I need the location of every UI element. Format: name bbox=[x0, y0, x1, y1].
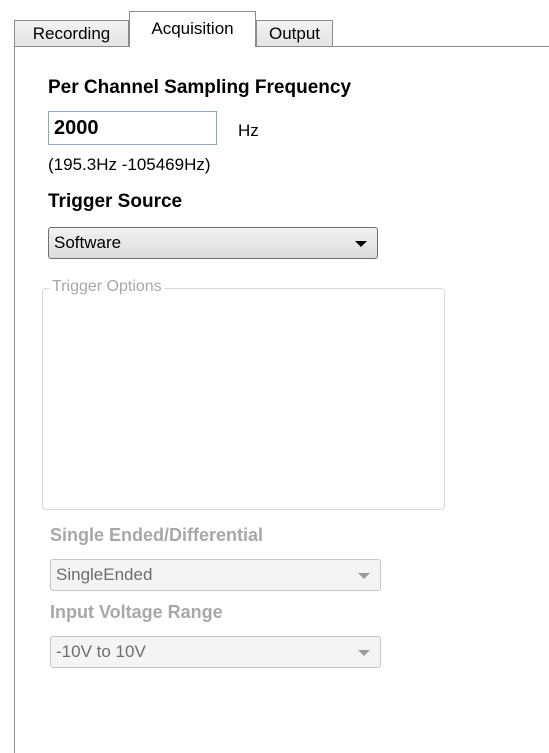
acquisition-settings-window: Recording Acquisition Output Per Channel… bbox=[0, 0, 549, 753]
sampling-frequency-unit: Hz bbox=[238, 121, 259, 140]
trigger-source-heading: Trigger Source bbox=[48, 191, 183, 212]
trigger-source-selected: Software bbox=[54, 233, 122, 252]
input-voltage-range-heading: Input Voltage Range bbox=[50, 602, 223, 622]
trigger-options-label: Trigger Options bbox=[50, 278, 164, 296]
tab-recording[interactable]: Recording bbox=[14, 20, 129, 46]
single-ended-differential-dropdown[interactable]: SingleEnded bbox=[50, 559, 381, 591]
sampling-frequency-input[interactable] bbox=[48, 111, 217, 145]
acquisition-tab-panel: Per Channel Sampling Frequency Hz (195.3… bbox=[14, 46, 549, 753]
sampling-frequency-range: (195.3Hz -105469Hz) bbox=[48, 155, 211, 174]
chevron-down-icon bbox=[358, 573, 370, 579]
tab-strip: Recording Acquisition Output bbox=[0, 0, 549, 47]
sampling-frequency-heading: Per Channel Sampling Frequency bbox=[48, 77, 352, 98]
chevron-down-icon bbox=[358, 650, 370, 656]
input-voltage-range-dropdown[interactable]: -10V to 10V bbox=[50, 636, 381, 668]
trigger-source-dropdown[interactable]: Software bbox=[48, 227, 378, 259]
chevron-down-icon bbox=[355, 241, 367, 247]
trigger-options-group bbox=[42, 288, 445, 510]
single-ended-differential-heading: Single Ended/Differential bbox=[50, 525, 264, 545]
single-ended-differential-selected: SingleEnded bbox=[56, 565, 153, 584]
tab-output[interactable]: Output bbox=[256, 20, 333, 46]
tab-acquisition[interactable]: Acquisition bbox=[129, 11, 256, 47]
input-voltage-range-selected: -10V to 10V bbox=[56, 642, 146, 661]
